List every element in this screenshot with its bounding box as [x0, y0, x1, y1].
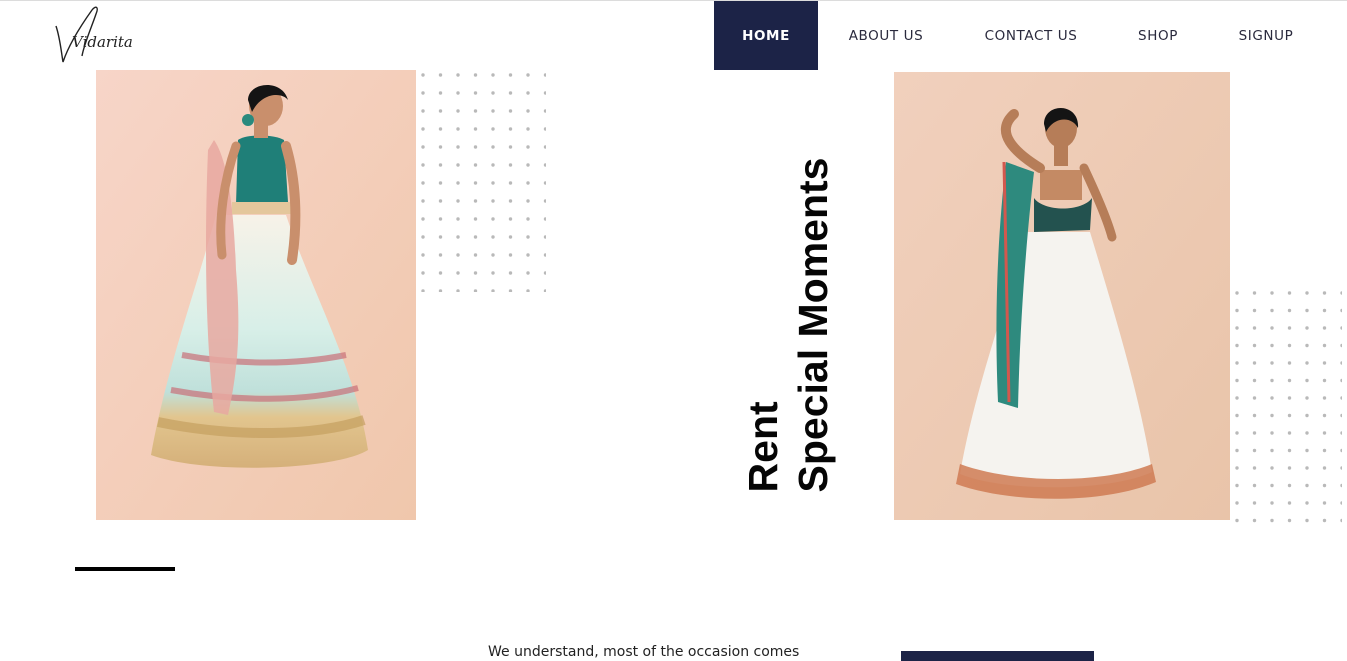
- hero-photo-left: [96, 70, 416, 520]
- cta-button[interactable]: [901, 651, 1094, 661]
- dot-pattern-right: [1232, 288, 1342, 524]
- brand-logo[interactable]: Vidarita: [52, 4, 142, 66]
- section-divider-bar: [75, 567, 175, 571]
- nav-shop[interactable]: SHOP: [1108, 1, 1208, 70]
- hero-photo-right: [894, 72, 1230, 520]
- hero-heading-text: Rent Special Moments: [740, 157, 836, 493]
- dot-pattern-left: [418, 70, 546, 292]
- hero-vertical-heading: Rent Special Moments: [738, 125, 838, 525]
- intro-text: We understand, most of the occasion come…: [488, 644, 800, 660]
- nav-about-us[interactable]: ABOUT US: [818, 1, 954, 70]
- nav-contact-us[interactable]: CONTACT US: [954, 1, 1108, 70]
- nav-home[interactable]: HOME: [714, 1, 818, 70]
- nav-signup[interactable]: SIGNUP: [1208, 1, 1324, 70]
- main-nav: HOME ABOUT US CONTACT US SHOP SIGNUP: [714, 1, 1324, 70]
- logo-text: Vidarita: [72, 33, 133, 51]
